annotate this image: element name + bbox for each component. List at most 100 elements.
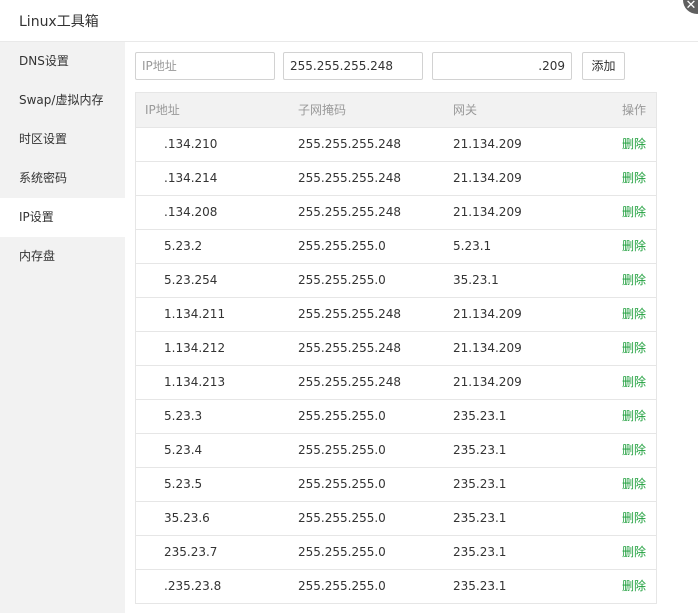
sidebar-item-swap[interactable]: Swap/虚拟内存 [0,81,125,120]
delete-link[interactable]: 删除 [622,332,646,365]
sidebar-item-label: 系统密码 [19,171,68,185]
mask-cell: 255.255.255.0 [298,443,386,457]
ip-cell: .134.210 [164,137,218,151]
ip-cell: 1.134.211 [164,307,226,321]
sidebar-item-label: 内存盘 [19,249,56,263]
table-row: .235.23.8 255.255.255.0 235.23.1 删除 [136,570,656,604]
mask-cell: 255.255.255.248 [298,137,402,151]
gateway-cell: 235.23.1 [453,409,507,423]
mask-cell: 255.255.255.0 [298,545,386,559]
sidebar-item-timezone[interactable]: 时区设置 [0,120,125,159]
ip-cell: .235.23.8 [164,579,222,593]
gateway-cell: 21.134.209 [453,375,522,389]
ip-cell: 5.23.3 [164,409,203,423]
sidebar-item-label: IP设置 [19,210,54,224]
sidebar-item-ramdisk[interactable]: 内存盘 [0,237,125,276]
delete-link[interactable]: 删除 [622,502,646,535]
delete-link[interactable]: 删除 [622,196,646,229]
table-row: 1.134.211 255.255.255.248 21.134.209 删除 [136,298,656,332]
linux-toolbox-window: Linux工具箱 ✕ DNS设置 Swap/虚拟内存 时区设置 系统密码 IP设… [0,0,698,613]
ip-cell: 35.23.6 [164,511,210,525]
table-body: .134.210 255.255.255.248 21.134.209 删除 .134.… [136,128,656,604]
mask-cell: 255.255.255.0 [298,511,386,525]
mask-cell: 255.255.255.248 [298,341,402,355]
mask-cell: 255.255.255.0 [298,579,386,593]
table-row: 1.134.213 255.255.255.248 21.134.209 删除 [136,366,656,400]
table-row: 1.134.212 255.255.255.248 21.134.209 删除 [136,332,656,366]
sidebar-item-label: Swap/虚拟内存 [19,93,104,107]
table-row: 5.23.5 255.255.255.0 235.23.1 删除 [136,468,656,502]
table-row: 5.23.3 255.255.255.0 235.23.1 删除 [136,400,656,434]
table-row: 5.23.4 255.255.255.0 235.23.1 删除 [136,434,656,468]
ip-cell: .134.208 [164,205,218,219]
ip-cell: .134.214 [164,171,218,185]
mask-cell: 255.255.255.248 [298,307,402,321]
delete-link[interactable]: 删除 [622,570,646,603]
ip-settings-panel: 添加 IP地址 子网掩码 网关 操作 .134.210 255.255.255.2… [125,42,698,613]
delete-link[interactable]: 删除 [622,400,646,433]
subnet-mask-input[interactable] [283,52,423,80]
table-row: .134.214 255.255.255.248 21.134.209 删除 [136,162,656,196]
mask-cell: 255.255.255.0 [298,239,386,253]
gateway-cell: 35.23.1 [453,273,499,287]
ip-cell: 1.134.213 [164,375,226,389]
gateway-cell: 21.134.209 [453,171,522,185]
delete-link[interactable]: 删除 [622,468,646,501]
column-header-ip: IP地址 [145,103,180,117]
sidebar-item-label: 时区设置 [19,132,68,146]
table-header: IP地址 子网掩码 网关 操作 [136,93,656,128]
gateway-cell: 235.23.1 [453,443,507,457]
gateway-cell: 5.23.1 [453,239,492,253]
gateway-cell: 235.23.1 [453,477,507,491]
table-row: 235.23.7 255.255.255.0 235.23.1 删除 [136,536,656,570]
ip-address-input[interactable] [135,52,275,80]
delete-link[interactable]: 删除 [622,536,646,569]
sidebar-item-label: DNS设置 [19,54,69,68]
table-row: 5.23.254 255.255.255.0 35.23.1 删除 [136,264,656,298]
gateway-cell: 21.134.209 [453,341,522,355]
delete-link[interactable]: 删除 [622,162,646,195]
delete-link[interactable]: 删除 [622,434,646,467]
mask-cell: 255.255.255.248 [298,205,402,219]
sidebar-item-dns[interactable]: DNS设置 [0,42,125,81]
delete-link[interactable]: 删除 [622,230,646,263]
scrollbar[interactable] [690,42,698,613]
column-header-gateway: 网关 [453,103,478,117]
mask-cell: 255.255.255.248 [298,375,402,389]
gateway-cell: 235.23.1 [453,511,507,525]
table-row: 5.23.2 255.255.255.0 5.23.1 删除 [136,230,656,264]
sidebar: DNS设置 Swap/虚拟内存 时区设置 系统密码 IP设置 内存盘 [0,42,125,613]
ip-cell: 1.134.212 [164,341,226,355]
sidebar-item-password[interactable]: 系统密码 [0,159,125,198]
delete-link[interactable]: 删除 [622,366,646,399]
gateway-cell: 21.134.209 [453,137,522,151]
mask-cell: 255.255.255.248 [298,171,402,185]
column-header-action: 操作 [622,103,647,117]
ip-cell: 5.23.4 [164,443,203,457]
delete-link[interactable]: 删除 [622,128,646,161]
title-bar: Linux工具箱 [0,0,698,42]
window-title: Linux工具箱 [19,14,99,30]
gateway-cell: 235.23.1 [453,579,507,593]
ip-table: IP地址 子网掩码 网关 操作 .134.210 255.255.255.248 2… [135,92,657,604]
delete-link[interactable]: 删除 [622,298,646,331]
gateway-input[interactable] [432,52,572,80]
delete-link[interactable]: 删除 [622,264,646,297]
ip-cell: 5.23.5 [164,477,203,491]
mask-cell: 255.255.255.0 [298,409,386,423]
gateway-cell: 21.134.209 [453,205,522,219]
mask-cell: 255.255.255.0 [298,477,386,491]
ip-cell: 5.23.2 [164,239,203,253]
ip-cell: 5.23.254 [164,273,218,287]
gateway-cell: 21.134.209 [453,307,522,321]
close-button[interactable]: ✕ [683,0,698,14]
table-row: 35.23.6 255.255.255.0 235.23.1 删除 [136,502,656,536]
column-header-mask: 子网掩码 [298,103,347,117]
sidebar-item-ip[interactable]: IP设置 [0,198,125,237]
table-row: .134.210 255.255.255.248 21.134.209 删除 [136,128,656,162]
ip-cell: 235.23.7 [164,545,218,559]
add-button[interactable]: 添加 [582,52,625,80]
table-row: .134.208 255.255.255.248 21.134.209 删除 [136,196,656,230]
close-icon: ✕ [685,0,697,13]
mask-cell: 255.255.255.0 [298,273,386,287]
